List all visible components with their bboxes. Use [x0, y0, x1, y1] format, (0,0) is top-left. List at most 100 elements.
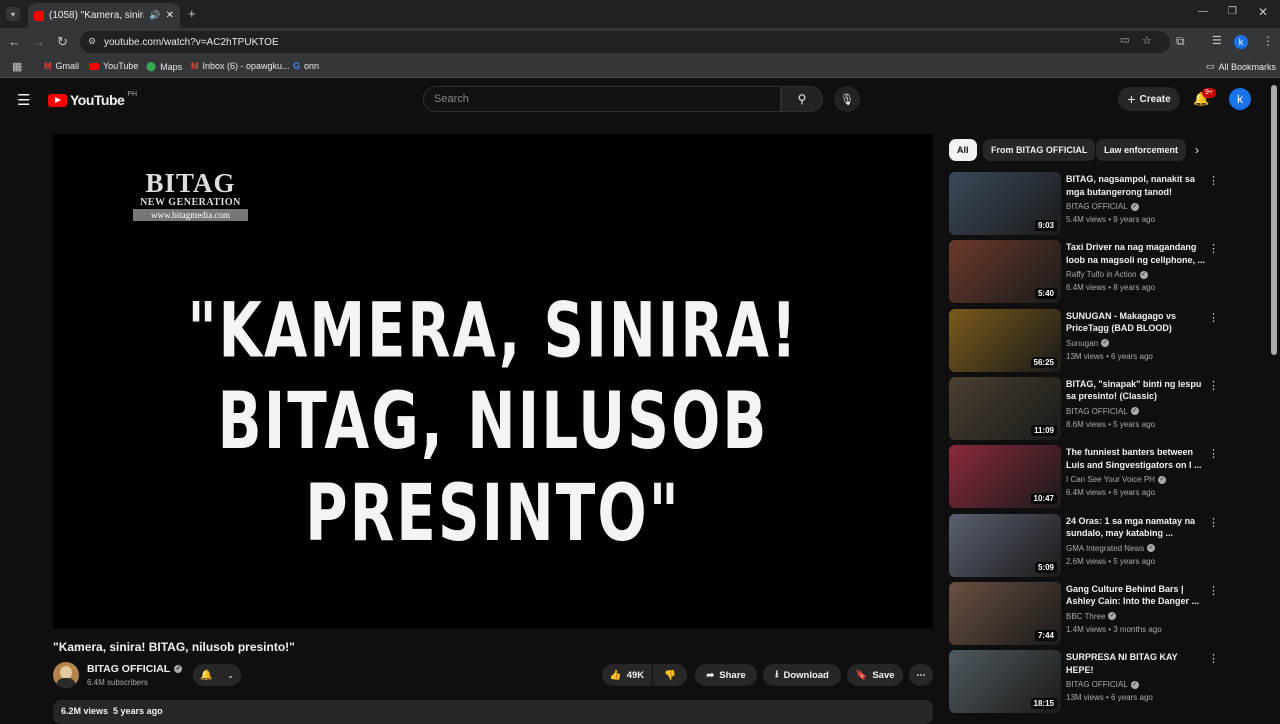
recommendation-item[interactable]: 11:09 BITAG, "sinapak" binti ng lespu sa … [949, 376, 1239, 441]
video-thumbnail[interactable]: 18:15 [949, 650, 1061, 714]
recommendation-item[interactable]: 56:25 SUNUGAN - Makagago vs PriceTagg (BA… [949, 308, 1239, 373]
forward-icon[interactable]: → [32, 34, 45, 49]
more-actions-button[interactable]: ⋯ [909, 664, 933, 686]
video-thumbnail[interactable]: 5:09 [949, 513, 1061, 577]
recommendation-title[interactable]: BITAG, "sinapak" binti ng lespu sa presi… [1066, 378, 1206, 403]
more-options-icon[interactable]: ⋮ [1208, 174, 1219, 188]
more-options-icon[interactable]: ⋮ [1208, 311, 1219, 325]
more-options-icon[interactable]: ⋮ [1208, 447, 1219, 461]
video-player[interactable]: BITAG NEW GENERATION www.bitagmedia.com … [53, 134, 933, 629]
chevron-right-icon[interactable]: › [1195, 143, 1199, 157]
video-thumbnail[interactable]: 5:40 [949, 240, 1061, 304]
back-icon[interactable]: ← [8, 34, 21, 49]
verified-icon: ✓ [1147, 544, 1156, 552]
video-thumbnail[interactable]: 11:09 [949, 376, 1061, 440]
browser-menu-icon[interactable]: ⋮ [1262, 34, 1274, 48]
description-box[interactable]: 6.2M views 5 years ago [53, 700, 933, 724]
recommendation-channel[interactable]: GMA Integrated News ✓ [1066, 544, 1156, 553]
recommendation-item[interactable]: 10:47 The funniest banters between Luis a… [949, 445, 1239, 509]
chip-all[interactable]: All [949, 139, 977, 161]
recommendation-item[interactable]: 7:44 Gang Culture Behind Bars | Ashley Ca… [949, 581, 1239, 646]
bookmark-maps[interactable]: ⬤ Maps [146, 61, 182, 72]
extensions-icon[interactable]: ⧉ [1176, 34, 1185, 49]
recommendation-title[interactable]: SURPRESA NI BITAG KAY HEPE! [1066, 651, 1206, 676]
chip-law-enforcement[interactable]: Law enforcement [1096, 139, 1187, 161]
address-bar[interactable]: ⚙ youtube.com/watch?v=AC2hTPUKTOE ▭ ☆ [80, 31, 1170, 53]
like-button[interactable]: 👍 49K [602, 664, 652, 686]
recommendation-channel[interactable]: BITAG OFFICIAL ✓ [1066, 680, 1139, 689]
more-options-icon[interactable]: ⋮ [1208, 652, 1219, 666]
gmail-icon: M [44, 61, 52, 71]
recommendation-title[interactable]: The funniest banters between Luis and Si… [1066, 446, 1206, 471]
recommendation-item[interactable]: 9:03 BITAG, nagsampol, nanakit sa mga but… [949, 172, 1239, 236]
apps-grid-icon[interactable]: ▦ [12, 60, 22, 73]
tab-audio-icon[interactable]: 🔊 [149, 10, 160, 21]
close-window-icon[interactable]: ✕ [1258, 5, 1268, 19]
recommendation-title[interactable]: BITAG, nagsampol, nanakit sa mga butange… [1066, 173, 1206, 198]
recommendation-channel[interactable]: BBC Three ✓ [1066, 612, 1117, 621]
download-icon: ⭳ [775, 669, 779, 680]
reload-icon[interactable]: ↻ [57, 34, 68, 50]
recommendation-item[interactable]: 5:40 Taxi Driver na nag magandang loob na… [949, 240, 1239, 304]
save-button[interactable]: 🔖 Save [847, 664, 903, 686]
hamburger-menu-icon[interactable]: ☰ [17, 91, 30, 109]
recommendation-channel[interactable]: I Can See Your Voice PH ✓ [1066, 475, 1166, 484]
notifications-button[interactable]: 🔔 9+ [1193, 88, 1216, 110]
recommendation-channel[interactable]: Raffy Tulfo in Action ✓ [1066, 270, 1148, 279]
bookmark-star-icon[interactable]: ☆ [1142, 34, 1152, 47]
tab-close-icon[interactable]: ✕ [166, 10, 174, 21]
account-avatar[interactable]: k [1229, 88, 1251, 110]
folder-icon: ▭ [1206, 61, 1215, 71]
recommendation-item[interactable]: 5:09 24 Oras: 1 sa mga namatay na sundalo… [949, 513, 1239, 578]
new-tab-icon[interactable]: + [188, 6, 196, 21]
chip-from-channel[interactable]: From BITAG OFFICIAL [983, 139, 1096, 161]
google-icon: G [293, 61, 301, 71]
youtube-logo[interactable]: YouTube PH [48, 91, 137, 108]
bookmark-onn[interactable]: Gonn [293, 61, 319, 71]
recommendation-channel[interactable]: Sunugan ✓ [1066, 339, 1110, 348]
share-button[interactable]: ➦ Share [695, 664, 757, 686]
verified-icon: ✓ [1139, 270, 1148, 279]
reading-list-icon[interactable]: ☰ [1212, 34, 1222, 47]
recommendation-item[interactable]: 18:15 SURPRESA NI BITAG KAY HEPE! BITAG OF… [949, 650, 1239, 714]
recommendation-title[interactable]: Taxi Driver na nag magandang loob na mag… [1066, 241, 1206, 266]
site-info-icon[interactable]: ⚙ [88, 36, 96, 47]
search-input[interactable]: Search [423, 86, 781, 112]
recommendation-title[interactable]: SUNUGAN - Makagago vs PriceTagg (BAD BLO… [1066, 310, 1206, 335]
dislike-button[interactable]: 👎 [653, 664, 687, 686]
browser-tab[interactable]: (1058) "Kamera, sinira! BITAG... 🔊 ✕ [28, 3, 180, 28]
cast-icon[interactable]: ▭ [1120, 35, 1129, 46]
bookmark-gmail[interactable]: M Gmail [44, 61, 79, 71]
more-options-icon[interactable]: ⋮ [1208, 516, 1219, 530]
search-button[interactable]: ⚲ [781, 86, 823, 112]
recommendation-meta: 8.6M views • 5 years ago [1066, 419, 1156, 429]
more-options-icon[interactable]: ⋮ [1208, 379, 1219, 393]
more-options-icon[interactable]: ⋮ [1208, 242, 1219, 256]
bookmark-inbox[interactable]: M Inbox (6) - opawgku... [191, 61, 290, 71]
scrollbar[interactable] [1271, 85, 1277, 355]
recommendation-channel[interactable]: BITAG OFFICIAL ✓ [1066, 202, 1139, 211]
video-thumbnail[interactable]: 7:44 [949, 581, 1061, 645]
youtube-play-icon [48, 93, 67, 107]
minimize-icon[interactable]: — [1198, 6, 1208, 17]
recommendation-title[interactable]: Gang Culture Behind Bars | Ashley Cain: … [1066, 583, 1206, 608]
maximize-icon[interactable]: ❐ [1228, 6, 1237, 17]
chevron-down-icon: ⌄ [227, 670, 234, 680]
bookmark-youtube[interactable]: YouTube [89, 61, 138, 71]
more-options-icon[interactable]: ⋮ [1208, 584, 1219, 598]
profile-avatar[interactable]: k [1234, 35, 1248, 49]
channel-avatar[interactable] [53, 662, 79, 688]
save-icon: 🔖 [855, 669, 868, 681]
video-thumbnail[interactable]: 56:25 [949, 308, 1061, 372]
tab-search-icon[interactable]: ▾ [6, 7, 20, 21]
channel-name[interactable]: BITAG OFFICIAL ✓ [87, 663, 183, 675]
video-thumbnail[interactable]: 9:03 [949, 172, 1061, 235]
recommendation-channel[interactable]: BITAG OFFICIAL ✓ [1066, 407, 1139, 416]
download-button[interactable]: ⭳ Download [763, 664, 841, 686]
subscription-bell-button[interactable]: 🔔 ⌄ [193, 664, 241, 686]
all-bookmarks[interactable]: ▭ All Bookmarks [1206, 61, 1276, 72]
create-button[interactable]: + Create [1118, 87, 1180, 111]
recommendation-title[interactable]: 24 Oras: 1 sa mga namatay na sundalo, ma… [1066, 515, 1206, 540]
video-thumbnail[interactable]: 10:47 [949, 445, 1061, 509]
voice-search-button[interactable]: 🎙 [834, 86, 860, 112]
